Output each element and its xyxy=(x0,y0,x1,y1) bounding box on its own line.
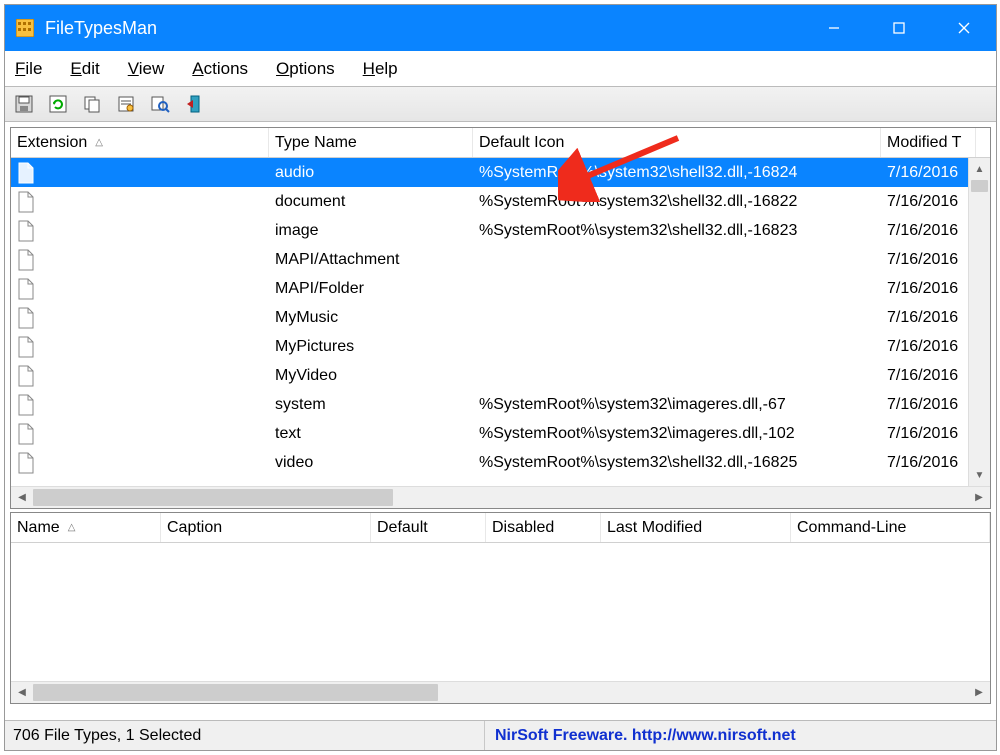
cell-type-name: MyMusic xyxy=(269,309,473,327)
cell-default-icon: %SystemRoot%\system32\shell32.dll,-16822 xyxy=(473,193,881,211)
col-disabled[interactable]: Disabled xyxy=(486,513,601,542)
table-row[interactable]: MyPictures 7/16/2016 xyxy=(11,332,990,361)
cell-type-name: document xyxy=(269,193,473,211)
maximize-button[interactable] xyxy=(866,5,931,51)
cell-default-icon: %SystemRoot%\system32\shell32.dll,-16824 xyxy=(473,164,881,182)
cell-modified: 7/16/2016 xyxy=(881,309,976,327)
col-modified[interactable]: Modified T xyxy=(881,128,976,157)
cell-type-name: text xyxy=(269,425,473,443)
menu-view[interactable]: View xyxy=(128,59,165,79)
cell-default-icon: %SystemRoot%\system32\imageres.dll,-102 xyxy=(473,425,881,443)
vertical-scrollbar[interactable]: ▲ ▼ xyxy=(968,158,990,486)
close-button[interactable] xyxy=(931,5,996,51)
cell-default-icon: %SystemRoot%\system32\imageres.dll,-67 xyxy=(473,396,881,414)
scroll-right-icon[interactable]: ▶ xyxy=(968,487,990,508)
file-types-list: Extension△ Type Name Default Icon Modifi… xyxy=(10,127,991,509)
horizontal-scrollbar[interactable]: ◀ ▶ xyxy=(11,486,990,508)
menu-actions[interactable]: Actions xyxy=(192,59,248,79)
cell-default-icon: %SystemRoot%\system32\shell32.dll,-16825 xyxy=(473,454,881,472)
menu-help[interactable]: Help xyxy=(363,59,398,79)
main-area: Extension△ Type Name Default Icon Modifi… xyxy=(5,122,996,720)
scroll-thumb[interactable] xyxy=(33,684,438,701)
cell-type-name: MyVideo xyxy=(269,367,473,385)
scroll-up-icon[interactable]: ▲ xyxy=(969,158,990,180)
scroll-down-icon[interactable]: ▼ xyxy=(969,464,990,486)
cell-type-name: MAPI/Attachment xyxy=(269,251,473,269)
table-row[interactable]: video%SystemRoot%\system32\shell32.dll,-… xyxy=(11,448,990,477)
cell-type-name: image xyxy=(269,222,473,240)
minimize-button[interactable] xyxy=(801,5,866,51)
properties-icon[interactable] xyxy=(115,93,137,115)
cell-modified: 7/16/2016 xyxy=(881,280,976,298)
scroll-right-icon[interactable]: ▶ xyxy=(968,682,990,703)
file-types-rows[interactable]: audio%SystemRoot%\system32\shell32.dll,-… xyxy=(11,158,990,508)
col-last-modified[interactable]: Last Modified xyxy=(601,513,791,542)
menu-edit[interactable]: Edit xyxy=(70,59,99,79)
status-credits: NirSoft Freeware. http://www.nirsoft.net xyxy=(485,721,996,750)
menu-options[interactable]: Options xyxy=(276,59,335,79)
cell-modified: 7/16/2016 xyxy=(881,425,976,443)
window-frame: FileTypesMan File Edit View Actions Opti… xyxy=(4,4,997,751)
cell-type-name: system xyxy=(269,396,473,414)
exit-icon[interactable] xyxy=(183,93,205,115)
table-row[interactable]: MAPI/Attachment 7/16/2016 xyxy=(11,245,990,274)
column-headers-bottom: Name△ Caption Default Disabled Last Modi… xyxy=(11,513,990,543)
actions-list: Name△ Caption Default Disabled Last Modi… xyxy=(10,512,991,704)
cell-type-name: MAPI/Folder xyxy=(269,280,473,298)
menubar: File Edit View Actions Options Help xyxy=(5,51,996,86)
cell-type-name: video xyxy=(269,454,473,472)
menu-file[interactable]: File xyxy=(15,59,42,79)
titlebar[interactable]: FileTypesMan xyxy=(5,5,996,51)
col-name[interactable]: Name△ xyxy=(11,513,161,542)
toolbar xyxy=(5,86,996,122)
cell-modified: 7/16/2016 xyxy=(881,193,976,211)
scroll-thumb[interactable] xyxy=(971,180,988,192)
col-default[interactable]: Default xyxy=(371,513,486,542)
table-row[interactable]: document%SystemRoot%\system32\shell32.dl… xyxy=(11,187,990,216)
find-icon[interactable] xyxy=(149,93,171,115)
table-row[interactable]: MyVideo 7/16/2016 xyxy=(11,361,990,390)
scroll-thumb[interactable] xyxy=(33,489,393,506)
actions-rows[interactable] xyxy=(11,543,990,703)
cell-default-icon: %SystemRoot%\system32\shell32.dll,-16823 xyxy=(473,222,881,240)
cell-modified: 7/16/2016 xyxy=(881,251,976,269)
cell-type-name: MyPictures xyxy=(269,338,473,356)
refresh-icon[interactable] xyxy=(47,93,69,115)
app-icon xyxy=(15,18,35,38)
col-default-icon[interactable]: Default Icon xyxy=(473,128,881,157)
table-row[interactable]: MyMusic 7/16/2016 xyxy=(11,303,990,332)
cell-modified: 7/16/2016 xyxy=(881,367,976,385)
col-extension[interactable]: Extension△ xyxy=(11,128,269,157)
status-count: 706 File Types, 1 Selected xyxy=(5,721,485,750)
cell-modified: 7/16/2016 xyxy=(881,396,976,414)
column-headers-top: Extension△ Type Name Default Icon Modifi… xyxy=(11,128,990,158)
col-command-line[interactable]: Command-Line xyxy=(791,513,990,542)
cell-modified: 7/16/2016 xyxy=(881,222,976,240)
table-row[interactable]: system%SystemRoot%\system32\imageres.dll… xyxy=(11,390,990,419)
cell-modified: 7/16/2016 xyxy=(881,454,976,472)
scroll-left-icon[interactable]: ◀ xyxy=(11,487,33,508)
cell-type-name: audio xyxy=(269,164,473,182)
col-type-name[interactable]: Type Name xyxy=(269,128,473,157)
table-row[interactable]: audio%SystemRoot%\system32\shell32.dll,-… xyxy=(11,158,990,187)
table-row[interactable]: MAPI/Folder 7/16/2016 xyxy=(11,274,990,303)
table-row[interactable]: text%SystemRoot%\system32\imageres.dll,-… xyxy=(11,419,990,448)
col-caption[interactable]: Caption xyxy=(161,513,371,542)
table-row[interactable]: image%SystemRoot%\system32\shell32.dll,-… xyxy=(11,216,990,245)
save-icon[interactable] xyxy=(13,93,35,115)
copy-icon[interactable] xyxy=(81,93,103,115)
cell-modified: 7/16/2016 xyxy=(881,338,976,356)
statusbar: 706 File Types, 1 Selected NirSoft Freew… xyxy=(5,720,996,750)
window-title: FileTypesMan xyxy=(45,18,801,39)
cell-modified: 7/16/2016 xyxy=(881,164,976,182)
scroll-left-icon[interactable]: ◀ xyxy=(11,682,33,703)
horizontal-scrollbar[interactable]: ◀ ▶ xyxy=(11,681,990,703)
